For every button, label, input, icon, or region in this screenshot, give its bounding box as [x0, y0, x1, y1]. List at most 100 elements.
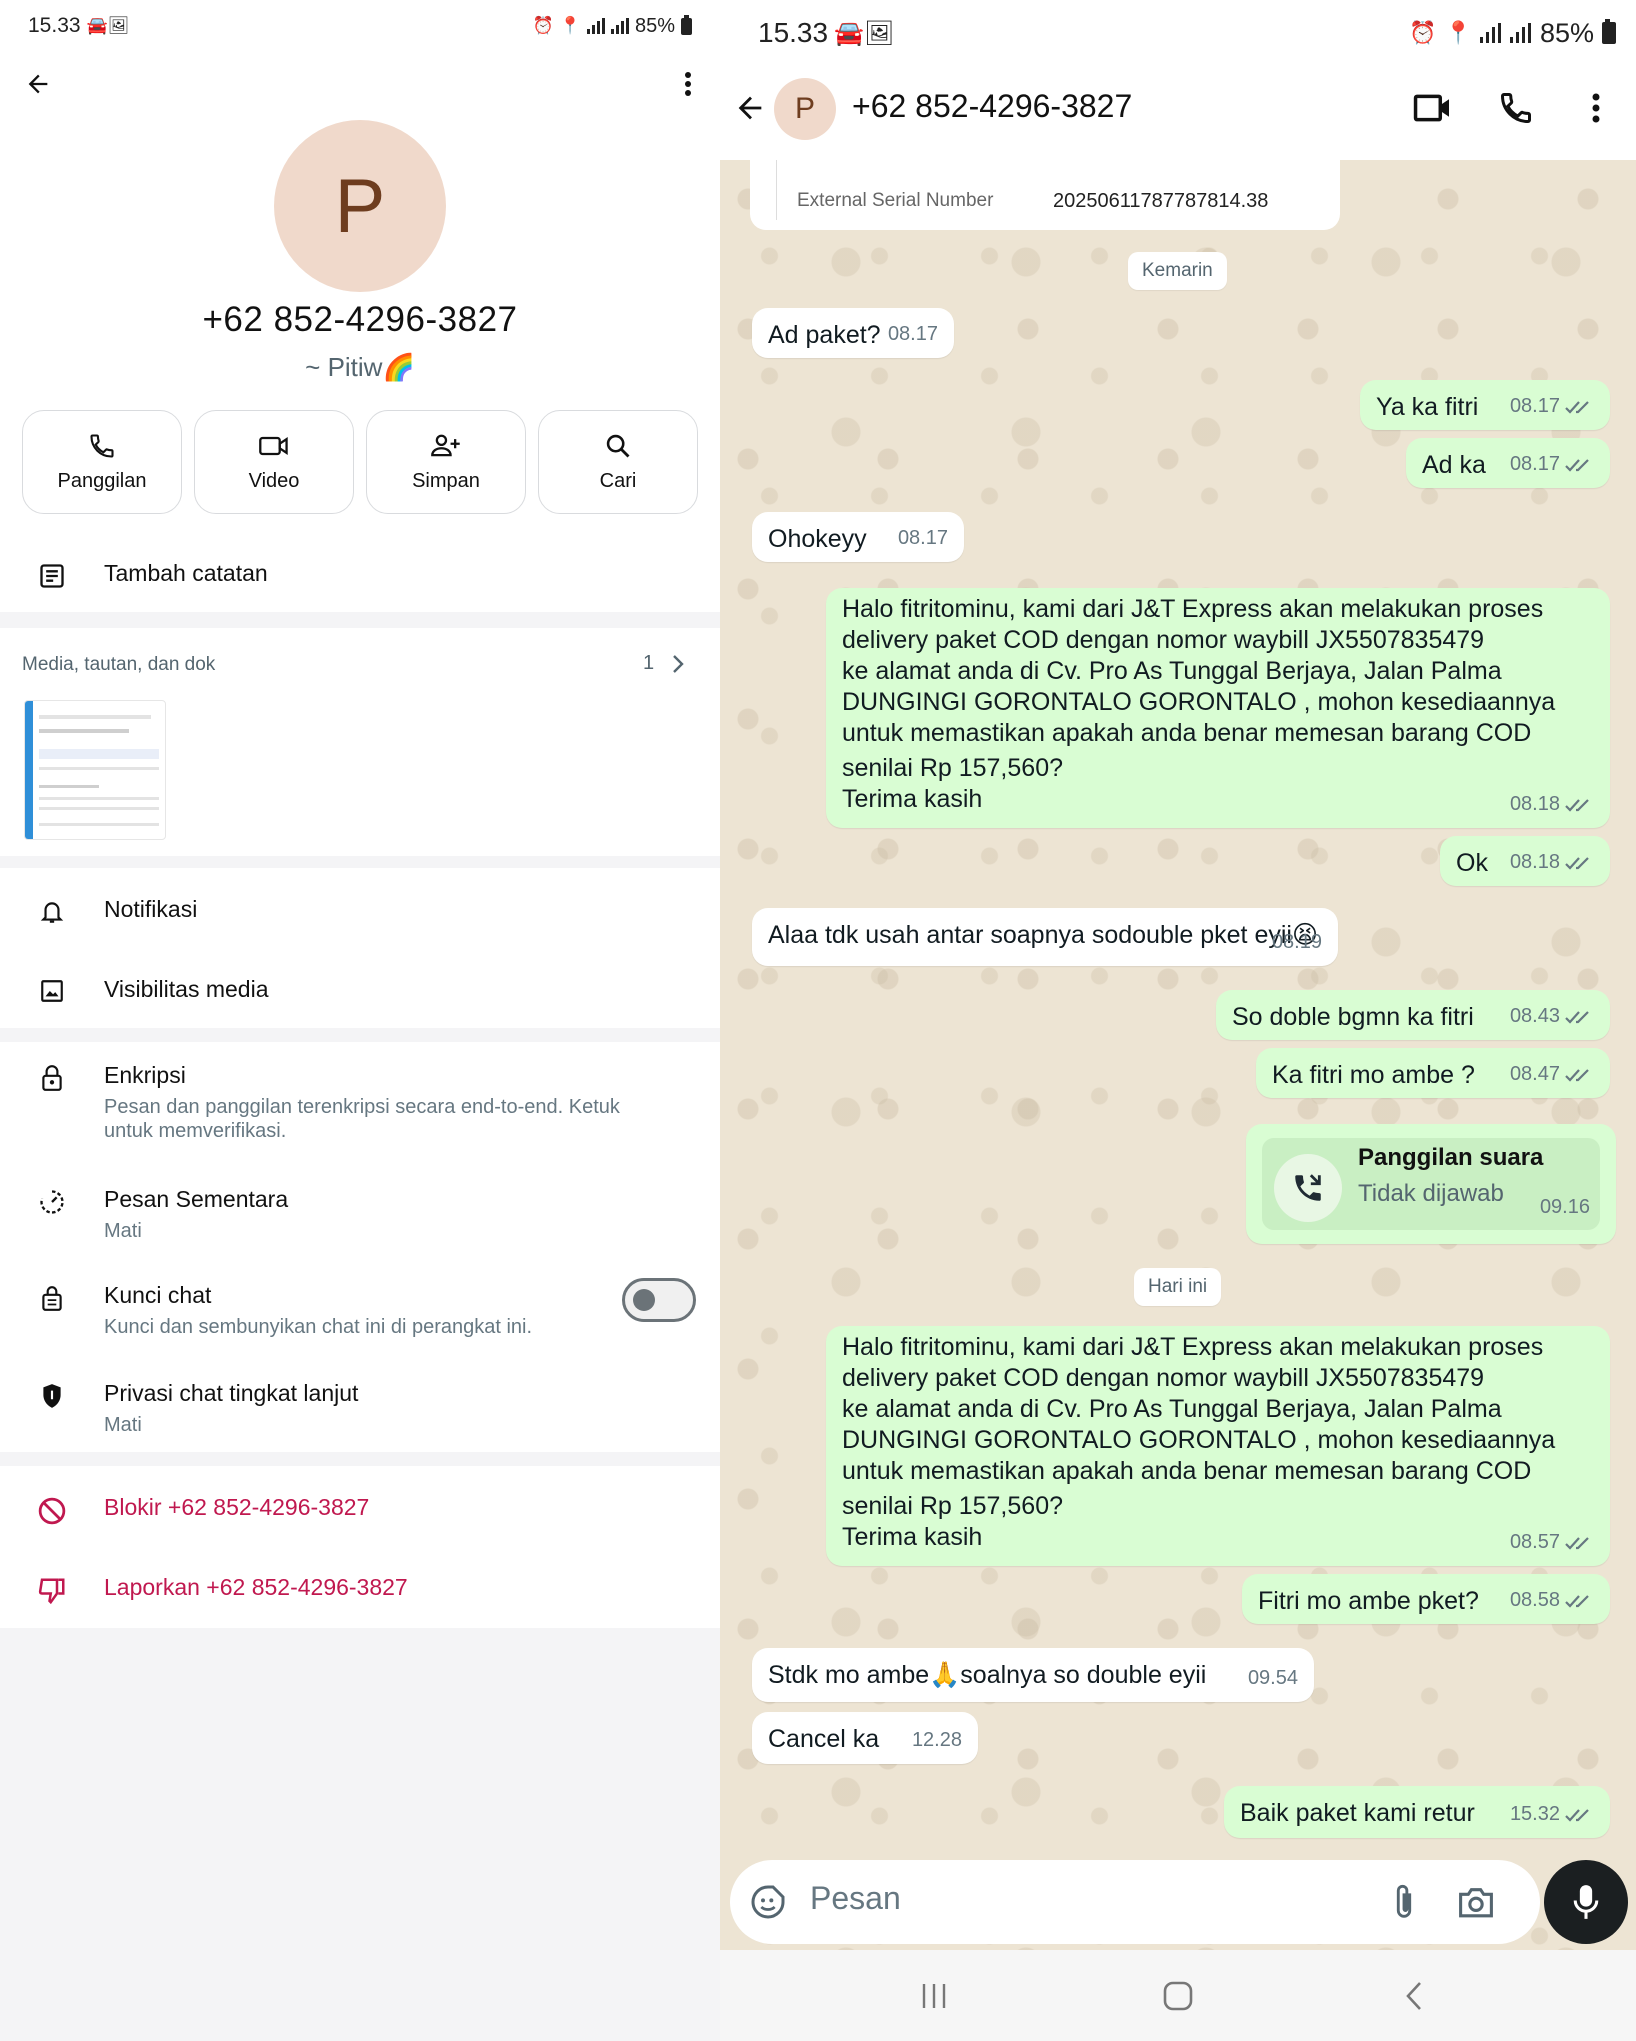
message-text: Ad ka [1422, 451, 1486, 479]
arrow-left-icon [738, 96, 762, 120]
message-incoming[interactable]: Ohokeyy 08.17 [752, 512, 964, 562]
notifications-label: Notifikasi [104, 896, 198, 922]
message-incoming[interactable]: Stdk mo ambe🙏soalnya so double eyii 09.5… [752, 1648, 1314, 1702]
add-note-row[interactable]: Tambah catatan [0, 560, 720, 590]
message-incoming[interactable]: Alaa tdk usah antar soapnya sodouble pke… [752, 908, 1338, 966]
call-button[interactable]: Panggilan [22, 410, 182, 514]
message-outgoing[interactable]: Baik paket kami retur 15.32 [1224, 1786, 1610, 1838]
video-button[interactable]: Video [194, 410, 354, 514]
media-visibility-row[interactable]: Visibilitas media [0, 976, 720, 1004]
shield-icon [43, 1384, 61, 1408]
double-check-icon [1565, 1010, 1589, 1024]
message-outgoing[interactable]: Fitri mo ambe pket? 08.58 [1242, 1574, 1610, 1624]
message-line: Halo fitritominu, kami dari J&T Express … [842, 595, 1544, 623]
double-check-icon [1565, 856, 1589, 870]
chat-lock-icon [42, 1286, 62, 1311]
nav-back-button[interactable] [1384, 1976, 1444, 2016]
message-line: untuk memastikan apakah anda benar memes… [842, 1457, 1532, 1485]
thumbs-down-icon [38, 1578, 65, 1605]
call-title: Panggilan suara [1358, 1144, 1544, 1171]
block-label: Blokir +62 852-4296-3827 [104, 1494, 370, 1520]
media-section[interactable]: Media, tautan, dan dok 1 [0, 628, 720, 856]
double-check-icon [1565, 400, 1589, 414]
report-label: Laporkan +62 852-4296-3827 [104, 1574, 408, 1600]
message-line: Terima kasih [842, 785, 983, 813]
message-time: 09.54 [1247, 1667, 1298, 1689]
message-time: 08.17 [897, 527, 948, 549]
date-divider: Hari ini [1134, 1268, 1222, 1306]
image-icon: 🖼 [863, 19, 895, 47]
message-input[interactable]: Pesan [810, 1880, 1350, 1917]
action-label: Cari [599, 469, 637, 492]
battery-text: 85% [1539, 17, 1594, 48]
bell-icon [40, 902, 64, 923]
message-outgoing[interactable]: Ad ka 08.17 [1406, 438, 1610, 488]
message-outgoing[interactable]: Ok 08.18 [1440, 836, 1610, 886]
advanced-privacy-row[interactable]: Privasi chat tingkat lanjut Mati [0, 1380, 720, 1437]
message-outgoing[interactable]: Halo fitritominu, kami dari J&T Express … [826, 1326, 1610, 1566]
message-time: 08.43 [1509, 1005, 1560, 1027]
camera-icon [1459, 1888, 1493, 1918]
media-visibility-label: Visibilitas media [104, 976, 269, 1002]
video-call-button[interactable] [1408, 86, 1458, 130]
microphone-icon [1573, 1885, 1599, 1919]
camera-button[interactable] [1452, 1878, 1500, 1926]
message-outgoing[interactable]: So doble bgmn ka fitri 08.43 [1216, 990, 1610, 1040]
save-contact-button[interactable]: Simpan [366, 410, 526, 514]
note-icon [40, 564, 64, 588]
more-options-button[interactable] [1574, 86, 1618, 130]
encryption-row[interactable]: Enkripsi Pesan dan panggilan terenkripsi… [0, 1062, 720, 1143]
signal-icon [610, 18, 629, 34]
message-text: Cancel ka [768, 1725, 880, 1753]
message-outgoing[interactable]: Halo fitritominu, kami dari J&T Express … [826, 588, 1610, 828]
contact-avatar[interactable]: P [274, 120, 446, 292]
back-button[interactable] [16, 62, 60, 106]
home-button[interactable] [1148, 1976, 1208, 2016]
media-title: Media, tautan, dan dok [22, 654, 216, 675]
message-incoming[interactable]: Ad paket? 08.17 [752, 308, 954, 358]
recent-apps-button[interactable] [904, 1976, 964, 2016]
message-incoming[interactable]: Cancel ka 12.28 [752, 1712, 978, 1764]
message-text: Ohokeyy [768, 525, 867, 553]
notifications-row[interactable]: Notifikasi [0, 896, 720, 926]
voice-message-button[interactable] [1544, 1860, 1628, 1944]
back-button[interactable] [728, 86, 772, 130]
message-line: Terima kasih [842, 1523, 983, 1551]
phone-icon [90, 433, 114, 458]
car-icon: 🚘 [86, 16, 108, 35]
action-label: Simpan [412, 469, 480, 492]
chat-header: 15.33 🚘 🖼 ⏰ 📍 85% P +62 852-4296-3827 [720, 0, 1636, 160]
contact-phone: +62 852-4296-3827 [202, 300, 518, 339]
missed-call-message[interactable]: Panggilan suara Tidak dijawab 09.16 [1246, 1124, 1616, 1244]
settings-section-1 [0, 868, 720, 1028]
message-outgoing[interactable]: Ka fitri mo ambe ? 08.47 [1256, 1048, 1610, 1098]
receipt-image-message[interactable]: ID Order Merchant • • • 2346 External Se… [750, 150, 1340, 230]
message-text: Ad paket? [768, 321, 881, 349]
location-icon: 📍 [1444, 20, 1472, 45]
more-options-button[interactable] [666, 62, 710, 106]
message-time: 08.17 [887, 323, 938, 345]
media-thumbnail[interactable] [24, 700, 166, 840]
chat-lock-toggle[interactable] [622, 1278, 696, 1322]
message-text: Fitri mo ambe pket? [1258, 1587, 1479, 1615]
chat-avatar[interactable]: P [774, 78, 836, 140]
message-time: 15.32 [1509, 1803, 1560, 1825]
double-check-icon [1565, 458, 1589, 472]
voice-call-button[interactable] [1494, 86, 1538, 130]
encryption-desc: Pesan dan panggilan terenkripsi secara e… [104, 1096, 620, 1142]
search-button[interactable]: Cari [538, 410, 698, 514]
signal-icon [586, 18, 605, 34]
message-time: 12.28 [911, 1729, 962, 1751]
attach-button[interactable] [1380, 1878, 1428, 1926]
message-text: Ya ka fitri [1376, 393, 1479, 421]
car-icon: 🚘 [834, 19, 864, 47]
add-note-label: Tambah catatan [104, 560, 268, 586]
disappearing-messages-row[interactable]: Pesan Sementara Mati [0, 1186, 720, 1243]
message-time: 08.57 [1509, 1531, 1560, 1553]
report-row[interactable]: Laporkan +62 852-4296-3827 [0, 1574, 720, 1606]
block-row[interactable]: Blokir +62 852-4296-3827 [0, 1494, 720, 1526]
message-outgoing[interactable]: Ya ka fitri 08.17 [1360, 380, 1610, 430]
emoji-button[interactable] [744, 1878, 792, 1926]
chat-title[interactable]: +62 852-4296-3827 [852, 88, 1132, 125]
chat-lock-row[interactable]: Kunci chat Kunci dan sembunyikan chat in… [0, 1282, 720, 1339]
